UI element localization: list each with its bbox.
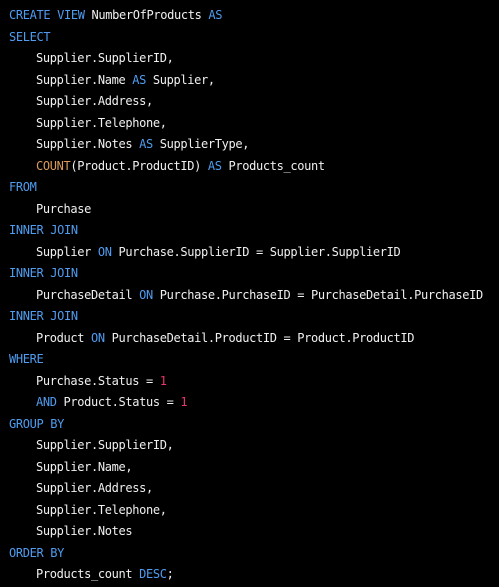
code-line: Supplier.SupplierID,: [0, 435, 499, 457]
code-line: AND Product.Status = 1: [0, 392, 499, 414]
code-line: FROM: [0, 177, 499, 199]
sql-text: Purchase: [36, 201, 91, 216]
sql-function: COUNT: [36, 158, 71, 173]
code-line: INNER JOIN: [0, 220, 499, 242]
sql-text: Purchase.Status =: [36, 373, 160, 388]
sql-text: Supplier.Address,: [36, 481, 153, 495]
sql-keyword: AS: [207, 158, 222, 173]
code-line: Purchase.Status = 1: [0, 371, 499, 393]
sql-keyword: WHERE: [9, 352, 44, 366]
code-line: SELECT: [0, 27, 499, 49]
code-line: Supplier.Telephone,: [0, 113, 499, 135]
sql-text: NumberOfProducts: [84, 8, 209, 22]
sql-keyword: AS: [139, 137, 153, 151]
sql-code-view[interactable]: CREATE VIEW NumberOfProducts AS SELECT Sup…: [0, 0, 499, 587]
sql-keyword: FROM: [9, 180, 37, 194]
sql-text: Supplier.Name,: [36, 459, 133, 474]
sql-text: Purchase.SupplierID = Supplier.SupplierI…: [111, 244, 401, 259]
code-line: Supplier.Notes AS SupplierType,: [0, 134, 499, 156]
code-line: Supplier.Address,: [0, 91, 499, 113]
sql-keyword: AS: [208, 8, 223, 22]
code-line: Supplier.Notes: [0, 521, 499, 543]
sql-keyword: ON: [139, 287, 153, 302]
sql-text: Products_count: [36, 567, 140, 581]
sql-keyword: AND: [36, 395, 57, 409]
sql-number: 1: [159, 373, 167, 388]
code-line: Supplier ON Purchase.SupplierID = Suppli…: [0, 242, 499, 264]
sql-keyword: GROUP BY: [9, 416, 64, 431]
sql-keyword: INNER JOIN: [9, 223, 78, 237]
sql-text: Supplier.Notes: [36, 137, 140, 151]
code-line: Product ON PurchaseDetail.ProductID = Pr…: [0, 328, 499, 350]
sql-text: Supplier.Notes: [36, 524, 133, 538]
code-line: Supplier.SupplierID,: [0, 48, 499, 70]
sql-text: SupplierType,: [152, 137, 250, 151]
sql-keyword: AS: [132, 72, 146, 87]
sql-text: Supplier.Telephone,: [36, 115, 167, 130]
sql-number: 1: [180, 395, 188, 409]
code-line: ORDER BY: [0, 543, 499, 565]
sql-text: PurchaseDetail.ProductID = Product.Produ…: [104, 330, 415, 345]
sql-keyword: ON: [91, 330, 105, 345]
code-line: INNER JOIN: [0, 306, 499, 328]
sql-keyword: SELECT: [9, 29, 51, 44]
code-line: Supplier.Telephone,: [0, 500, 499, 522]
code-line: CREATE VIEW NumberOfProducts AS: [0, 5, 499, 27]
code-line: COUNT(Product.ProductID) AS Products_cou…: [0, 156, 499, 178]
code-line: Purchase: [0, 199, 499, 221]
sql-text: Purchase.PurchaseID = PurchaseDetail.Pur…: [152, 287, 483, 302]
code-line: Supplier.Name AS Supplier,: [0, 70, 499, 92]
code-line: WHERE: [0, 349, 499, 371]
sql-text: Supplier.Address,: [36, 94, 153, 108]
sql-keyword: INNER JOIN: [9, 266, 78, 280]
code-line: Products_count DESC;: [0, 564, 499, 586]
sql-keyword: ORDER BY: [9, 545, 64, 560]
sql-text: (Product.ProductID): [70, 158, 208, 173]
sql-text: PurchaseDetail: [36, 287, 140, 302]
code-line: PurchaseDetail ON Purchase.PurchaseID = …: [0, 285, 499, 307]
sql-text: Products_count: [221, 158, 325, 173]
code-line: INNER JOIN: [0, 263, 499, 285]
sql-keyword: CREATE VIEW: [9, 8, 85, 22]
sql-keyword: ON: [97, 244, 112, 259]
sql-text: Supplier: [36, 244, 98, 259]
code-line: GROUP BY: [0, 414, 499, 436]
sql-text: Supplier,: [146, 72, 215, 87]
sql-text: Supplier.Name: [36, 72, 133, 87]
sql-text: Supplier.SupplierID,: [36, 438, 174, 452]
sql-text: Product: [36, 330, 91, 345]
sql-keyword: DESC: [139, 567, 167, 581]
sql-text: ;: [166, 567, 174, 581]
sql-keyword: INNER JOIN: [9, 309, 78, 323]
code-line: Supplier.Address,: [0, 478, 499, 500]
sql-text: Supplier.SupplierID,: [36, 51, 174, 65]
sql-text: Product.Status =: [56, 395, 181, 409]
code-line: Supplier.Name,: [0, 457, 499, 479]
sql-text: Supplier.Telephone,: [36, 502, 167, 517]
